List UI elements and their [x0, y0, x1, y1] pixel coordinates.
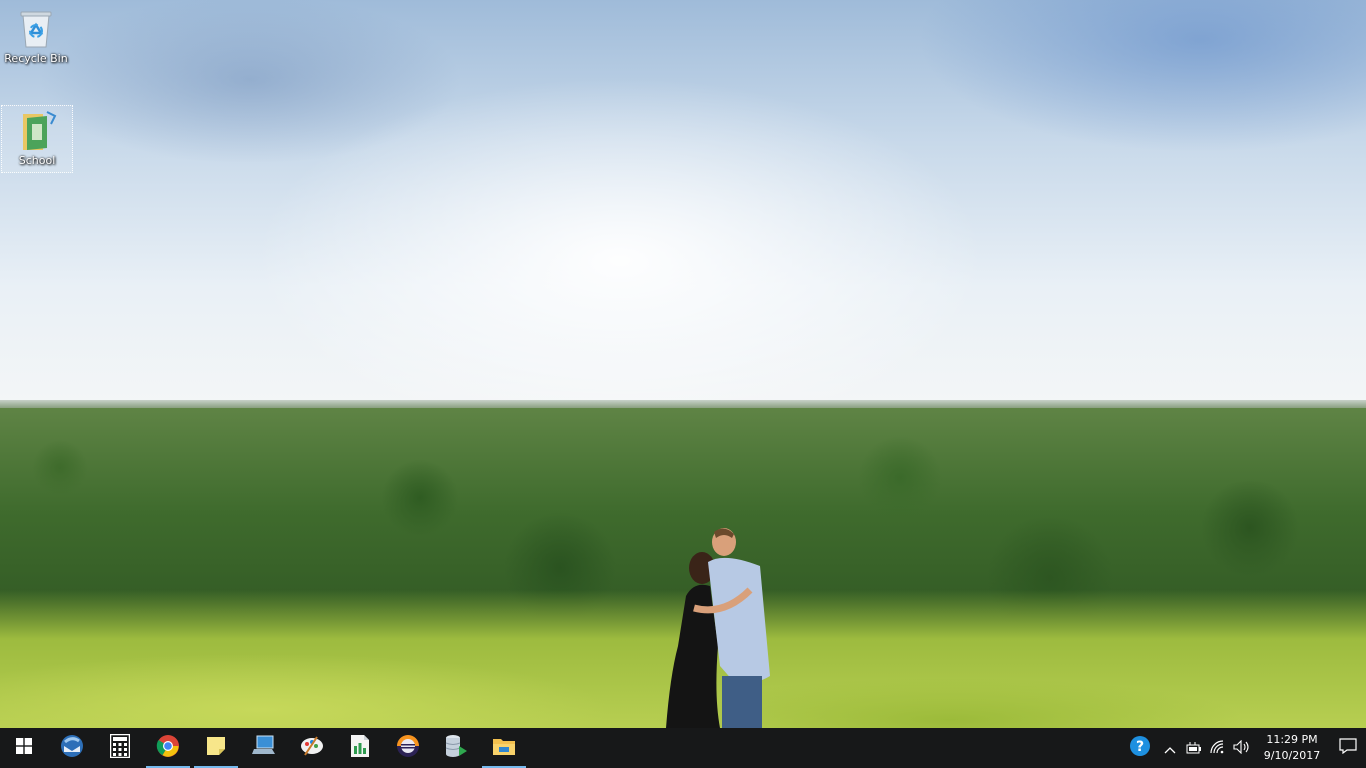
action-center-button[interactable] — [1330, 728, 1366, 768]
wallpaper-couple — [666, 528, 770, 728]
clock-date: 9/10/2017 — [1263, 749, 1321, 762]
taskbar-file-explorer-button[interactable] — [480, 728, 528, 768]
chrome-icon — [156, 734, 180, 762]
clock-time: 11:29 PM — [1266, 733, 1318, 746]
tray-help-button[interactable]: ? — [1122, 728, 1158, 768]
taskbar-calculator-button[interactable] — [96, 728, 144, 768]
desktop-wallpaper — [0, 0, 1366, 728]
eclipse-icon — [396, 734, 420, 762]
notification-icon — [1339, 738, 1357, 758]
desktop-icon-label: School — [18, 154, 56, 167]
database-icon — [444, 734, 468, 762]
windows-logo-icon — [16, 738, 32, 758]
sticky-notes-icon — [206, 736, 226, 760]
battery-icon — [1186, 739, 1202, 758]
taskbar-sticky-notes-button[interactable] — [192, 728, 240, 768]
wifi-icon — [1210, 739, 1226, 758]
taskbar-spreadsheet-button[interactable] — [336, 728, 384, 768]
tray-volume-button[interactable] — [1230, 728, 1254, 768]
recycle-bin-icon — [16, 8, 56, 50]
taskbar: ? 11:29 PM 9/10/2017 — [0, 728, 1366, 768]
thunderbird-icon — [59, 733, 85, 763]
taskbar-eclipse-button[interactable] — [384, 728, 432, 768]
taskbar-clock[interactable]: 11:29 PM 9/10/2017 — [1254, 728, 1330, 768]
desktop-icon-school[interactable]: School — [1, 105, 73, 173]
taskbar-chrome-button[interactable] — [144, 728, 192, 768]
taskbar-database-button[interactable] — [432, 728, 480, 768]
taskbar-paint-button[interactable] — [288, 728, 336, 768]
tray-show-hidden-button[interactable] — [1158, 728, 1182, 768]
calculator-icon — [109, 733, 131, 762]
tray-battery-button[interactable] — [1182, 728, 1206, 768]
help-icon: ? — [1129, 735, 1151, 761]
volume-icon — [1233, 739, 1251, 758]
folder-shortcut-icon — [17, 110, 57, 152]
wallpaper-sky — [0, 0, 1366, 410]
paint-icon — [299, 735, 325, 761]
tray-network-button[interactable] — [1206, 728, 1230, 768]
remote-desktop-icon — [252, 735, 276, 761]
taskbar-remote-desktop-button[interactable] — [240, 728, 288, 768]
taskbar-thunderbird-button[interactable] — [48, 728, 96, 768]
system-tray: ? 11:29 PM 9/10/2017 — [1122, 728, 1366, 768]
chevron-up-icon — [1164, 739, 1176, 758]
desktop-icon-label: Recycle Bin — [4, 52, 68, 65]
spreadsheet-icon — [350, 734, 370, 762]
desktop-icon-recycle-bin[interactable]: Recycle Bin — [0, 4, 72, 72]
svg-text:?: ? — [1136, 739, 1144, 755]
start-button[interactable] — [0, 728, 48, 768]
file-explorer-icon — [492, 736, 516, 760]
